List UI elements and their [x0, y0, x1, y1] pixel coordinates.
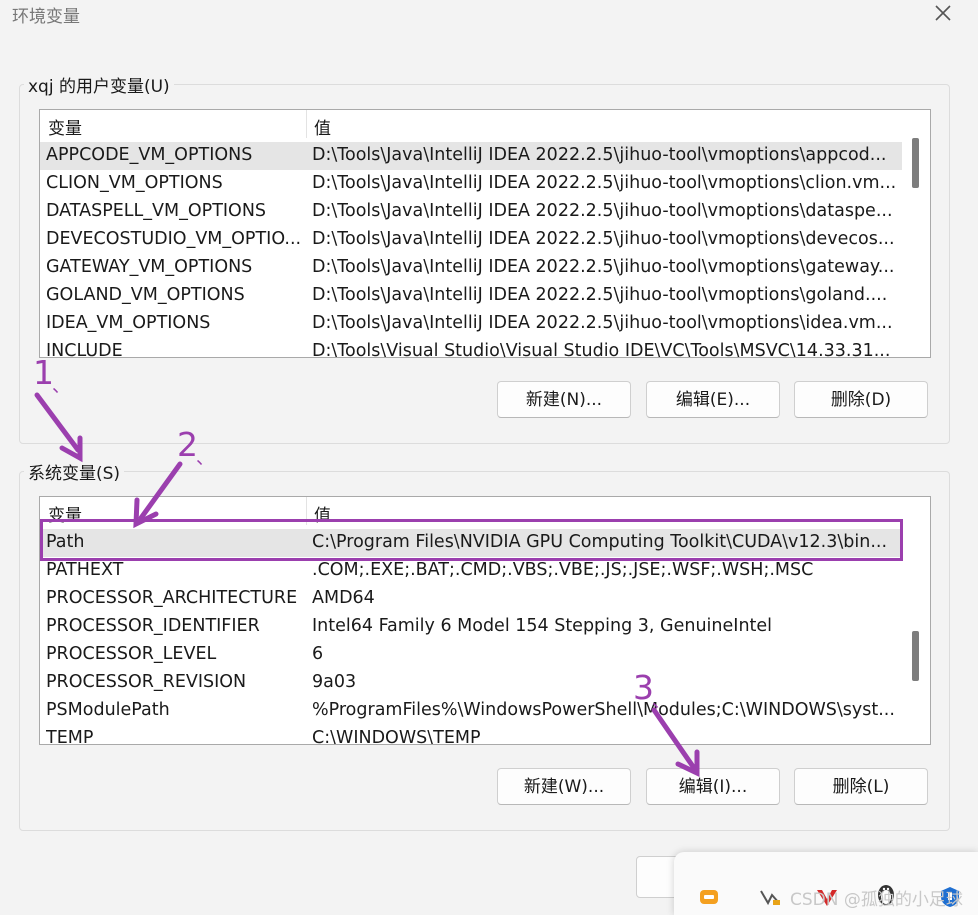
table-row[interactable]: PROCESSOR_ARCHITECTURE AMD64: [40, 585, 902, 613]
annotation-separator: 、: [652, 691, 670, 712]
vertical-scrollbar[interactable]: [902, 110, 930, 357]
variable-value: D:\Tools\Java\IntelliJ IDEA 2022.2.5\jih…: [312, 257, 895, 277]
variable-name: DEVECOSTUDIO_VM_OPTIO...: [46, 229, 302, 249]
list-header: 变量 值: [40, 110, 930, 139]
variable-name: PROCESSOR_IDENTIFIER: [46, 616, 260, 636]
variable-name: INCLUDE: [46, 341, 123, 358]
variable-value: D:\Tools\Java\IntelliJ IDEA 2022.2.5\jih…: [312, 201, 893, 221]
variable-name: IDEA_VM_OPTIONS: [46, 313, 211, 333]
variable-value: D:\Tools\Java\IntelliJ IDEA 2022.2.5\jih…: [312, 173, 897, 193]
variable-value: C:\WINDOWS\TEMP: [312, 728, 481, 745]
table-row[interactable]: DEVECOSTUDIO_VM_OPTIO... D:\Tools\Java\I…: [40, 226, 902, 254]
variable-name: CLION_VM_OPTIONS: [46, 173, 223, 193]
table-row[interactable]: PROCESSOR_LEVEL 6: [40, 641, 902, 669]
variable-name: PSModulePath: [46, 700, 170, 720]
annotation-separator: 、: [52, 376, 70, 397]
variable-value: 9a03: [312, 672, 357, 692]
variable-value: 6: [312, 644, 324, 664]
column-header-value[interactable]: 值: [314, 114, 331, 139]
chat-tray-icon[interactable]: [698, 887, 720, 909]
watermark: CSDN @孤独的小足球: [790, 890, 963, 910]
vs-tray-icon[interactable]: [758, 885, 780, 907]
variable-value: D:\Tools\Visual Studio\Visual Studio IDE…: [312, 341, 891, 358]
variable-name: PROCESSOR_ARCHITECTURE: [46, 588, 298, 608]
column-header-variable[interactable]: 变量: [48, 114, 82, 139]
variable-value: D:\Tools\Java\IntelliJ IDEA 2022.2.5\jih…: [312, 313, 893, 333]
user-edit-button[interactable]: 编辑(E)...: [646, 381, 780, 418]
table-row[interactable]: GOLAND_VM_OPTIONS D:\Tools\Java\IntelliJ…: [40, 282, 902, 310]
table-row[interactable]: PROCESSOR_IDENTIFIER Intel64 Family 6 Mo…: [40, 613, 902, 641]
system-new-button[interactable]: 新建(W)...: [497, 768, 631, 805]
variable-name: PROCESSOR_REVISION: [46, 672, 247, 692]
title-bar: 环境变量: [0, 0, 978, 34]
scroll-thumb[interactable]: [912, 631, 919, 681]
variable-value: D:\Tools\Java\IntelliJ IDEA 2022.2.5\jih…: [312, 285, 888, 305]
table-row[interactable]: IDEA_VM_OPTIONS D:\Tools\Java\IntelliJ I…: [40, 310, 902, 338]
annotation-separator: 、: [196, 448, 214, 469]
user-new-button[interactable]: 新建(N)...: [497, 381, 631, 418]
annotation-step-1: 1: [33, 353, 54, 392]
annotation-step-2: 2: [177, 425, 198, 464]
variable-name: DATASPELL_VM_OPTIONS: [46, 201, 267, 221]
variable-value: .COM;.EXE;.BAT;.CMD;.VBS;.VBE;.JS;.JSE;.…: [312, 560, 814, 580]
table-row[interactable]: CLION_VM_OPTIONS D:\Tools\Java\IntelliJ …: [40, 170, 902, 198]
table-row[interactable]: INCLUDE D:\Tools\Visual Studio\Visual St…: [40, 338, 902, 358]
table-row[interactable]: PATHEXT .COM;.EXE;.BAT;.CMD;.VBS;.VBE;.J…: [40, 557, 902, 585]
system-delete-button[interactable]: 删除(L): [794, 768, 928, 805]
user-delete-button[interactable]: 删除(D): [794, 381, 928, 418]
variable-value: Intel64 Family 6 Model 154 Stepping 3, G…: [312, 616, 773, 636]
table-row[interactable]: TEMP C:\WINDOWS\TEMP: [40, 725, 902, 745]
annotation-step-3: 3: [633, 668, 654, 707]
system-variables-label: 系统变量(S): [24, 459, 125, 484]
table-row[interactable]: PROCESSOR_REVISION 9a03: [40, 669, 902, 697]
variable-name: GATEWAY_VM_OPTIONS: [46, 257, 253, 277]
system-edit-button[interactable]: 编辑(I)...: [646, 768, 780, 805]
variable-value: D:\Tools\Java\IntelliJ IDEA 2022.2.5\jih…: [312, 145, 887, 165]
window-title: 环境变量: [12, 7, 80, 27]
variable-name: TEMP: [46, 728, 94, 745]
path-row-highlight: [40, 519, 903, 561]
column-divider[interactable]: [306, 110, 307, 138]
variable-name: APPCODE_VM_OPTIONS: [46, 145, 253, 165]
close-icon[interactable]: [932, 2, 954, 24]
table-row[interactable]: DATASPELL_VM_OPTIONS D:\Tools\Java\Intel…: [40, 198, 902, 226]
table-row[interactable]: GATEWAY_VM_OPTIONS D:\Tools\Java\Intelli…: [40, 254, 902, 282]
variable-value: AMD64: [312, 588, 375, 608]
variable-name: PROCESSOR_LEVEL: [46, 644, 217, 664]
table-row[interactable]: PSModulePath %ProgramFiles%\WindowsPower…: [40, 697, 902, 725]
scroll-thumb[interactable]: [912, 138, 919, 188]
table-row[interactable]: APPCODE_VM_OPTIONS D:\Tools\Java\Intelli…: [40, 142, 902, 170]
variable-name: GOLAND_VM_OPTIONS: [46, 285, 245, 305]
variable-name: PATHEXT: [46, 560, 124, 580]
variable-value: %ProgramFiles%\WindowsPowerShell\Modules…: [312, 700, 895, 720]
vertical-scrollbar[interactable]: [902, 497, 930, 744]
user-variables-list[interactable]: 变量 值 APPCODE_VM_OPTIONS D:\Tools\Java\In…: [39, 109, 931, 358]
variable-value: D:\Tools\Java\IntelliJ IDEA 2022.2.5\jih…: [312, 229, 895, 249]
user-variables-label: xqj 的用户变量(U): [24, 72, 174, 97]
